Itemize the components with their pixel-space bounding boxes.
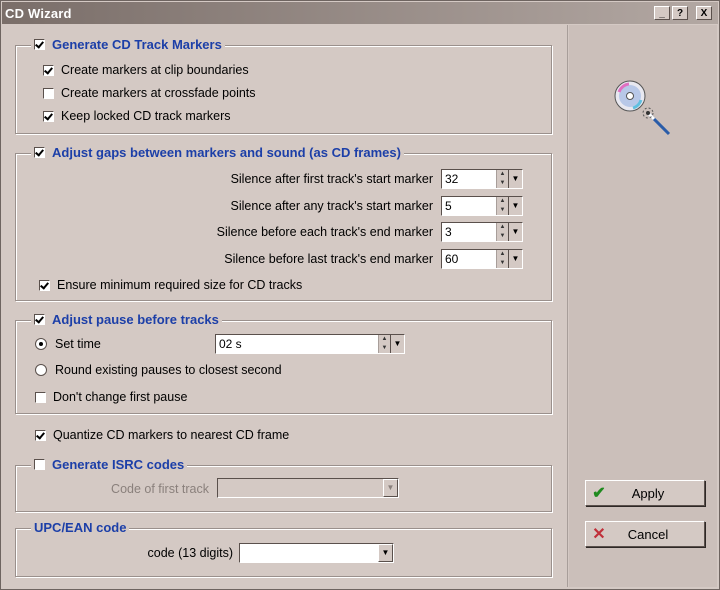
chevron-down-icon[interactable]: ▼ [383, 479, 398, 497]
first-track-code-value[interactable] [218, 479, 383, 497]
chevron-down-icon[interactable]: ▼ [508, 197, 522, 215]
quantize-checkbox[interactable] [35, 429, 46, 441]
option-first-pause[interactable]: Don't change first pause [35, 390, 187, 404]
spin-up-icon[interactable]: ▲ [497, 250, 508, 259]
gap-last-end-value[interactable]: 60 [442, 250, 496, 268]
help-button[interactable]: ? [672, 6, 688, 20]
isrc-group-title[interactable]: Generate ISRC codes [31, 457, 188, 472]
markers-title-label: Generate CD Track Markers [52, 37, 222, 52]
spin-arrows[interactable]: ▲ ▼ [496, 250, 508, 268]
gap-last-end-spinner[interactable]: 60 ▲ ▼ ▼ [441, 249, 523, 269]
adjust-pause-checkbox[interactable] [34, 314, 45, 325]
gap-each-end-spinner[interactable]: 3 ▲ ▼ ▼ [441, 222, 523, 242]
set-time-label: Set time [55, 337, 101, 351]
spin-arrows[interactable]: ▲ ▼ [496, 170, 508, 188]
option-keep-locked[interactable]: Keep locked CD track markers [43, 109, 231, 123]
apply-button-label: Apply [631, 485, 665, 501]
gap-label-each-end: Silence before each track's end marker [216, 225, 433, 239]
option-set-time[interactable]: Set time [35, 337, 101, 351]
apply-button[interactable]: ✔ Apply [585, 480, 705, 506]
chevron-down-icon[interactable]: ▼ [508, 223, 522, 241]
title-bar[interactable]: CD Wizard _ ? X [2, 2, 718, 24]
gap-label-any-start: Silence after any track's start marker [230, 199, 433, 213]
chevron-down-icon[interactable]: ▼ [508, 250, 522, 268]
gap-label-last-end: Silence before last track's end marker [224, 252, 433, 266]
keep-locked-checkbox[interactable] [43, 110, 54, 122]
pause-group-title[interactable]: Adjust pause before tracks [31, 312, 222, 327]
first-pause-label: Don't change first pause [53, 390, 188, 404]
options-panel: Generate CD Track Markers Create markers… [3, 25, 568, 587]
first-track-code-label: Code of first track [111, 482, 209, 496]
crossfade-points-checkbox[interactable] [43, 87, 54, 99]
upc-title-label: UPC/EAN code [34, 520, 127, 535]
clip-boundaries-label: Create markers at clip boundaries [61, 63, 249, 77]
set-time-value[interactable]: 02 s [216, 335, 378, 353]
gap-any-start-spinner[interactable]: 5 ▲ ▼ ▼ [441, 196, 523, 216]
crossfade-points-label: Create markers at crossfade points [61, 86, 256, 100]
spin-arrows[interactable]: ▲ ▼ [496, 197, 508, 215]
spin-down-icon[interactable]: ▼ [497, 232, 508, 241]
cancel-button[interactable]: ✕ Cancel [585, 521, 705, 547]
first-pause-checkbox[interactable] [35, 391, 46, 403]
quantize-label: Quantize CD markers to nearest CD frame [53, 428, 290, 442]
upc-code-value[interactable] [240, 544, 378, 562]
ensure-minimum-label: Ensure minimum required size for CD trac… [57, 278, 303, 292]
spin-up-icon[interactable]: ▲ [497, 170, 508, 179]
round-pauses-radio[interactable] [35, 364, 47, 376]
minimize-button[interactable]: _ [654, 6, 670, 20]
set-time-spinner[interactable]: 02 s ▲ ▼ ▼ [215, 334, 405, 354]
gap-label-first-start: Silence after first track's start marker [230, 172, 433, 186]
spin-arrows[interactable]: ▲ ▼ [378, 335, 390, 353]
x-icon: ✕ [592, 526, 606, 543]
spin-up-icon[interactable]: ▲ [497, 197, 508, 206]
checkmark-icon: ✔ [592, 485, 606, 502]
set-time-radio[interactable] [35, 338, 47, 350]
option-round-pauses[interactable]: Round existing pauses to closest second [35, 363, 282, 377]
gap-first-start-spinner[interactable]: 32 ▲ ▼ ▼ [441, 169, 523, 189]
spin-down-icon[interactable]: ▼ [497, 179, 508, 188]
option-crossfade-points[interactable]: Create markers at crossfade points [43, 86, 256, 100]
chevron-down-icon[interactable]: ▼ [508, 170, 522, 188]
gap-any-start-value[interactable]: 5 [442, 197, 496, 215]
gap-each-end-value[interactable]: 3 [442, 223, 496, 241]
chevron-down-icon[interactable]: ▼ [378, 544, 393, 562]
window-title: CD Wizard [5, 6, 72, 21]
option-quantize[interactable]: Quantize CD markers to nearest CD frame [35, 428, 289, 442]
upc-code-label: code (13 digits) [147, 546, 233, 560]
generate-markers-checkbox[interactable] [34, 39, 45, 50]
close-button[interactable]: X [696, 6, 712, 20]
upc-group-title: UPC/EAN code [31, 520, 130, 535]
round-pauses-label: Round existing pauses to closest second [55, 363, 282, 377]
spin-down-icon[interactable]: ▼ [497, 259, 508, 268]
upc-code-combo[interactable]: ▼ [239, 543, 394, 563]
generate-isrc-checkbox[interactable] [34, 459, 45, 470]
keep-locked-label: Keep locked CD track markers [61, 109, 231, 123]
option-clip-boundaries[interactable]: Create markers at clip boundaries [43, 63, 249, 77]
isrc-title-label: Generate ISRC codes [52, 457, 185, 472]
markers-group-title[interactable]: Generate CD Track Markers [31, 37, 225, 52]
spin-up-icon[interactable]: ▲ [497, 223, 508, 232]
action-panel: ✔ Apply ✕ Cancel [569, 25, 717, 587]
gaps-group-title[interactable]: Adjust gaps between markers and sound (a… [31, 145, 404, 160]
pause-title-label: Adjust pause before tracks [52, 312, 219, 327]
ensure-minimum-checkbox[interactable] [39, 279, 50, 291]
spin-down-icon[interactable]: ▼ [379, 344, 390, 353]
clip-boundaries-checkbox[interactable] [43, 64, 54, 76]
chevron-down-icon[interactable]: ▼ [390, 335, 404, 353]
spin-up-icon[interactable]: ▲ [379, 335, 390, 344]
cancel-button-label: Cancel [627, 526, 669, 542]
cd-wand-icon [614, 80, 671, 136]
option-ensure-minimum[interactable]: Ensure minimum required size for CD trac… [39, 278, 302, 292]
cd-wizard-window: CD Wizard _ ? X Generate CD Track Marker… [0, 0, 720, 590]
first-track-code-combo[interactable]: ▼ [217, 478, 399, 498]
adjust-gaps-checkbox[interactable] [34, 147, 45, 158]
spin-arrows[interactable]: ▲ ▼ [496, 223, 508, 241]
gaps-title-label: Adjust gaps between markers and sound (a… [52, 145, 401, 160]
spin-down-icon[interactable]: ▼ [497, 206, 508, 215]
gap-first-start-value[interactable]: 32 [442, 170, 496, 188]
